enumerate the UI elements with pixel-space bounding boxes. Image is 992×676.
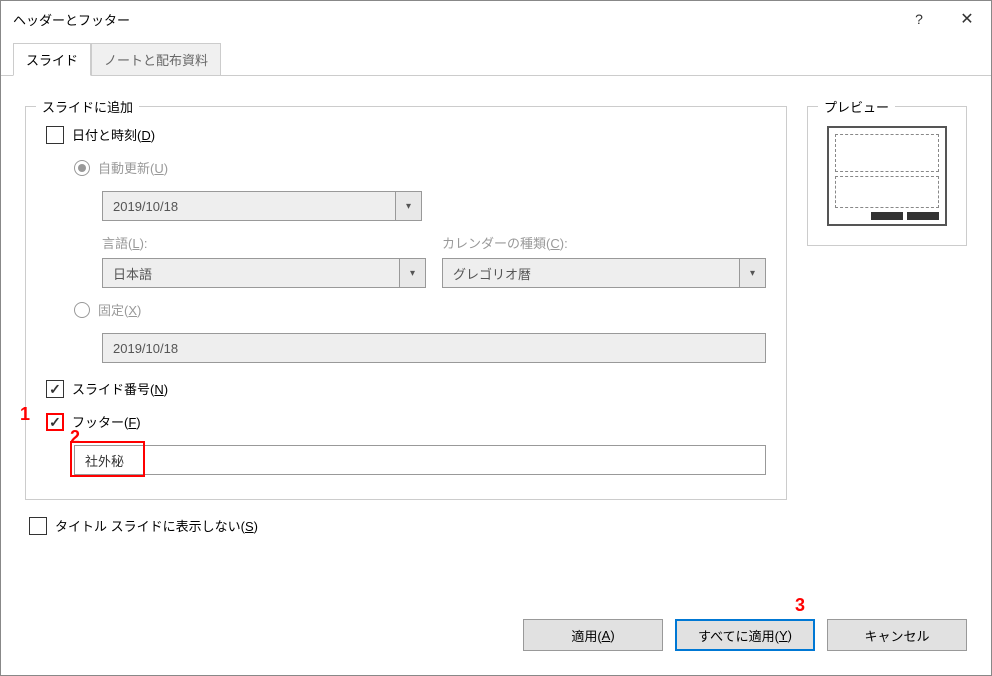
- apply-all-button[interactable]: すべてに適用(Y): [675, 619, 815, 651]
- apply-all-wrap: 3 すべてに適用(Y): [675, 619, 815, 651]
- footer-checkbox[interactable]: [46, 413, 64, 431]
- lang-col: 言語(L): 日本語 ▾: [102, 233, 426, 288]
- date-format-combo[interactable]: 2019/10/18 ▾: [102, 191, 422, 221]
- slide-preview-footer: [835, 212, 939, 220]
- titlebar: ヘッダーとフッター ? ✕: [1, 1, 991, 37]
- footer-text-input[interactable]: 社外秘: [74, 445, 766, 475]
- fixed-radio[interactable]: [74, 302, 90, 318]
- datetime-options: 自動更新(U) 2019/10/18 ▾ 言語(L): 日本語: [74, 158, 766, 363]
- annotation-3: 3: [795, 595, 805, 616]
- titlebar-buttons: ? ✕: [895, 1, 991, 37]
- fixed-field-wrap: 2019/10/18: [102, 333, 766, 363]
- slide-footer-num: [907, 212, 939, 220]
- cal-label: カレンダーの種類(C):: [442, 233, 766, 252]
- datetime-checkbox[interactable]: [46, 126, 64, 144]
- tab-slide[interactable]: スライド: [13, 43, 91, 76]
- footer-label: フッター(F): [72, 412, 141, 431]
- fixed-row: 固定(X): [74, 300, 766, 319]
- preview-box: プレビュー: [807, 106, 967, 246]
- slidenum-checkbox[interactable]: [46, 380, 64, 398]
- auto-update-label: 自動更新(U): [98, 158, 168, 177]
- date-format-value: 2019/10/18: [103, 199, 395, 214]
- lang-label: 言語(L):: [102, 233, 426, 252]
- lang-combo[interactable]: 日本語 ▾: [102, 258, 426, 288]
- fixed-label: 固定(X): [98, 300, 141, 319]
- content-area: スライドに追加 日付と時刻(D) 自動更新(U) 2019/10/18 ▾: [1, 76, 991, 595]
- footer-row: 1 フッター(F): [46, 412, 766, 431]
- slidenum-row: スライド番号(N): [46, 379, 766, 398]
- cancel-button[interactable]: キャンセル: [827, 619, 967, 651]
- lang-value: 日本語: [103, 264, 399, 283]
- right-panel: プレビュー: [807, 96, 967, 595]
- header-footer-dialog: ヘッダーとフッター ? ✕ スライド ノートと配布資料 スライドに追加 日付と時…: [0, 0, 992, 676]
- footer-text-wrap: 2 社外秘: [74, 445, 766, 475]
- datetime-label: 日付と時刻(D): [72, 125, 155, 144]
- notitle-label: タイトル スライドに表示しない(S): [55, 516, 258, 535]
- dialog-title: ヘッダーとフッター: [13, 10, 895, 29]
- notitle-checkbox[interactable]: [29, 517, 47, 535]
- slide-footer-date: [835, 212, 867, 220]
- chevron-down-icon: ▾: [399, 259, 425, 287]
- notitle-row: タイトル スライドに表示しない(S): [29, 516, 787, 535]
- auto-update-fields: 2019/10/18 ▾ 言語(L): 日本語 ▾: [102, 191, 766, 288]
- tab-notes[interactable]: ノートと配布資料: [91, 43, 221, 75]
- cal-combo[interactable]: グレゴリオ暦 ▾: [442, 258, 766, 288]
- tabbar: スライド ノートと配布資料: [1, 37, 991, 76]
- button-row: 適用(A) 3 すべてに適用(Y) キャンセル: [1, 595, 991, 675]
- add-to-slide-group: スライドに追加 日付と時刻(D) 自動更新(U) 2019/10/18 ▾: [25, 106, 787, 500]
- cal-col: カレンダーの種類(C): グレゴリオ暦 ▾: [442, 233, 766, 288]
- left-panel: スライドに追加 日付と時刻(D) 自動更新(U) 2019/10/18 ▾: [25, 96, 787, 595]
- slide-preview: [827, 126, 947, 226]
- lang-cal-row: 言語(L): 日本語 ▾ カレンダーの種類(C): グレゴリオ暦: [102, 233, 766, 288]
- slidenum-label: スライド番号(N): [72, 379, 168, 398]
- slide-preview-header: [835, 134, 939, 172]
- chevron-down-icon: ▾: [739, 259, 765, 287]
- datetime-row: 日付と時刻(D): [46, 125, 766, 144]
- annotation-1: 1: [20, 404, 30, 425]
- help-button[interactable]: ?: [895, 1, 943, 37]
- auto-update-radio[interactable]: [74, 160, 90, 176]
- cal-value: グレゴリオ暦: [443, 264, 739, 283]
- chevron-down-icon: ▾: [395, 192, 421, 220]
- auto-update-row: 自動更新(U): [74, 158, 766, 177]
- close-button[interactable]: ✕: [943, 1, 991, 37]
- slide-footer-text: [871, 212, 903, 220]
- slide-preview-body: [835, 176, 939, 208]
- groupbox-title: スライドに追加: [36, 97, 139, 116]
- preview-title: プレビュー: [818, 97, 895, 116]
- apply-button[interactable]: 適用(A): [523, 619, 663, 651]
- fixed-date-input[interactable]: 2019/10/18: [102, 333, 766, 363]
